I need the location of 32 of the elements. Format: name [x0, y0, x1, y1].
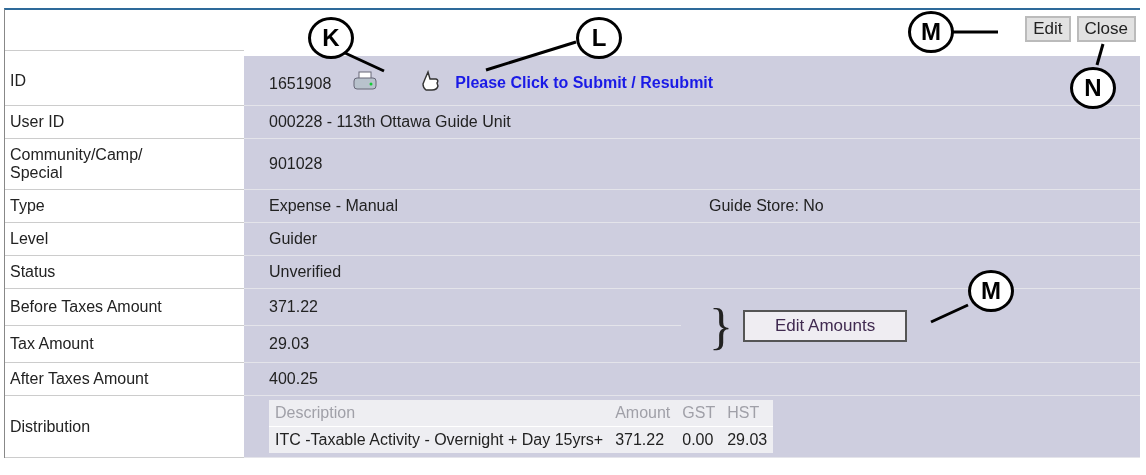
hand-icon[interactable] — [421, 69, 442, 92]
column-header: HST — [721, 400, 774, 427]
field-value: Unverified — [269, 263, 342, 281]
brace: } — [709, 300, 733, 351]
field-value: 1651908 — [269, 74, 332, 93]
callout-label: M — [908, 11, 954, 53]
edit-amounts-button[interactable]: Edit Amounts — [743, 309, 908, 342]
table-cell: 0.00 — [676, 426, 722, 453]
column-header: Description — [269, 400, 610, 427]
toolbar-button[interactable]: Close — [1076, 16, 1136, 42]
column-header: GST — [676, 400, 722, 427]
printer-icon[interactable] — [353, 70, 378, 91]
callout-label: K — [308, 17, 354, 59]
leader-line — [952, 30, 998, 34]
leader-line — [344, 51, 385, 73]
field-value: Guide Store: No — [709, 197, 824, 215]
callout-label: L — [576, 17, 622, 59]
submit-link[interactable]: Please Click to Submit / Resubmit — [455, 73, 714, 92]
field-value: Guider — [269, 230, 318, 248]
column-header: Amount — [609, 400, 677, 427]
field-value: 000228 - 113th Ottawa Guide Unit — [269, 113, 511, 131]
toolbar-button[interactable]: Edit — [1025, 16, 1071, 42]
leader-line — [930, 303, 969, 324]
leader-line — [1095, 43, 1105, 66]
table-cell: 29.03 — [721, 426, 774, 453]
field-value: 29.03 — [269, 335, 310, 353]
field-value: 371.22 — [269, 298, 318, 316]
table-cell: ITC -Taxable Activity - Overnight + Day 15yrs+ — [269, 426, 610, 453]
field-value: Expense - Manual — [269, 197, 398, 215]
field-value: 901028 — [269, 155, 323, 173]
field-value: 400.25 — [269, 370, 318, 388]
table-cell: 371.22 — [609, 426, 677, 453]
